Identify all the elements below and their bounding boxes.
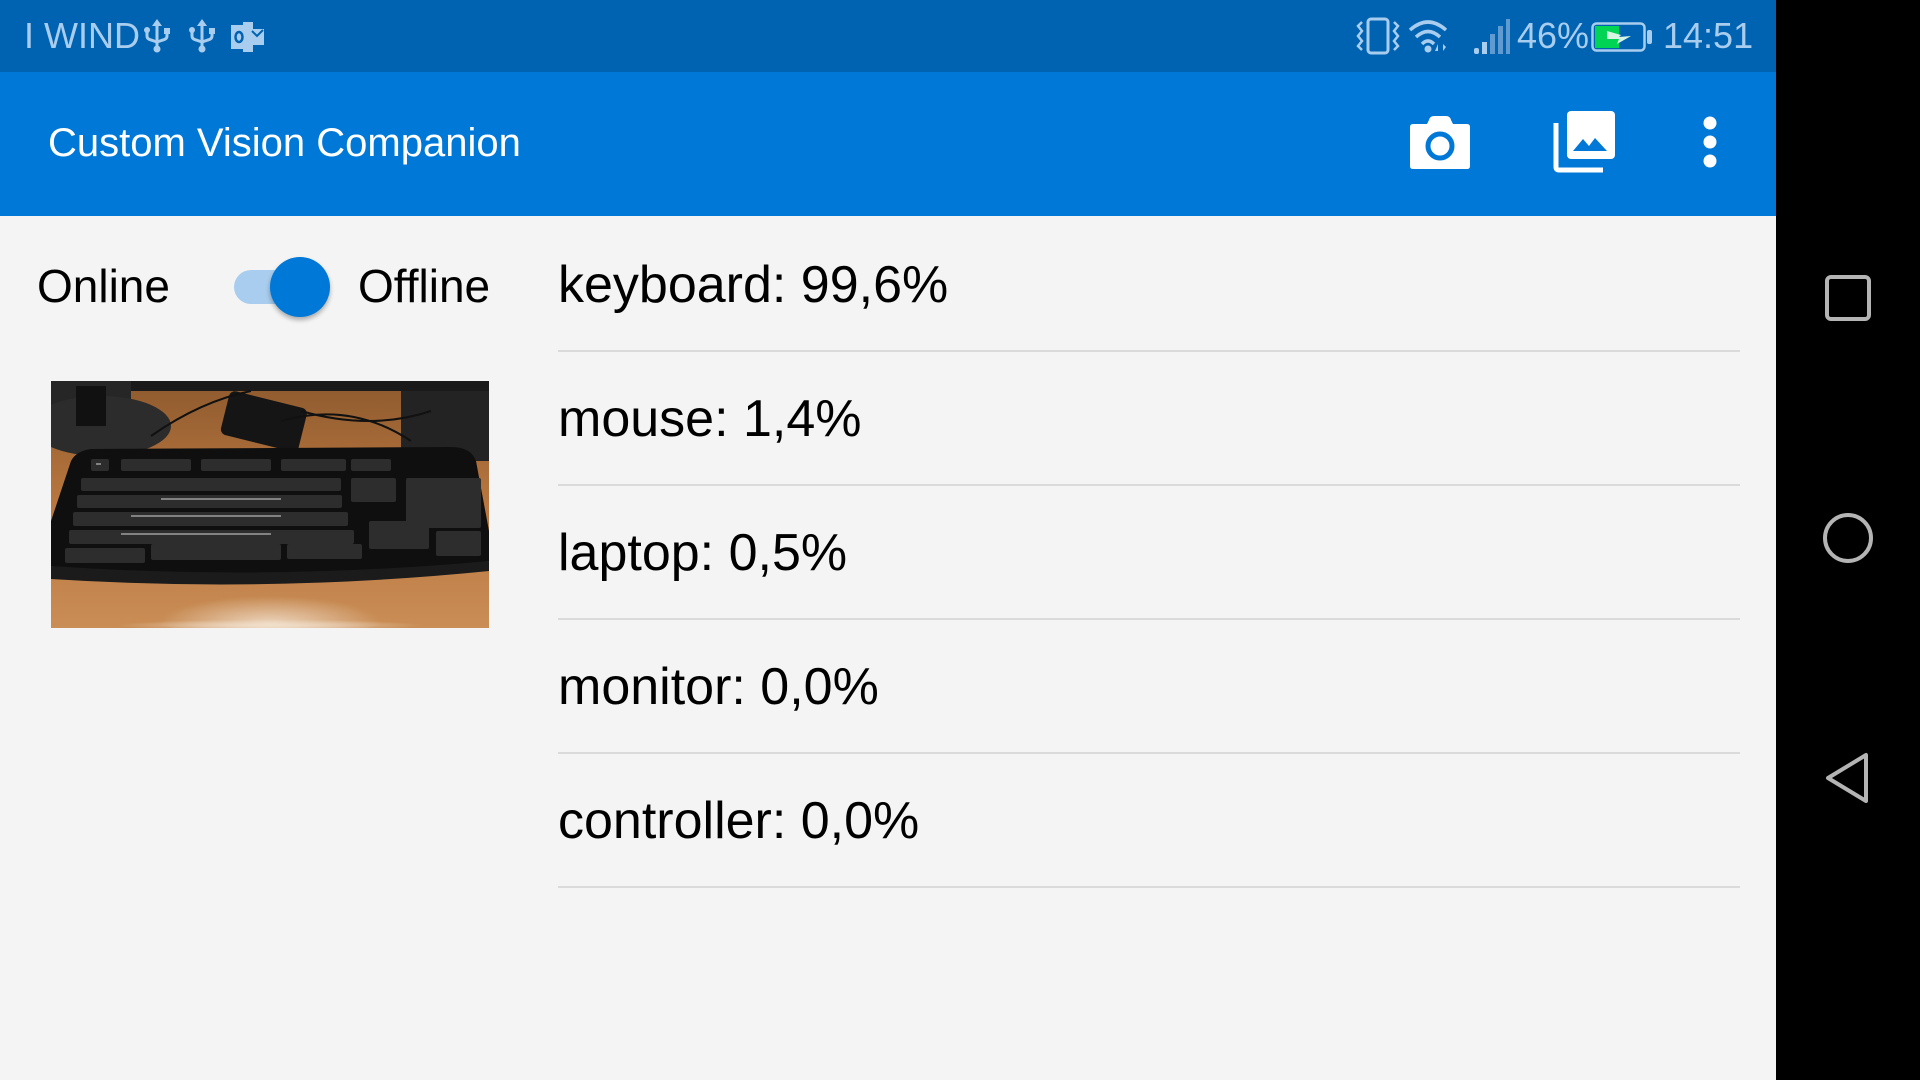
usb-icon bbox=[143, 18, 171, 59]
wifi-icon bbox=[1408, 18, 1450, 59]
online-label: Online bbox=[37, 260, 170, 312]
home-button[interactable] bbox=[1808, 500, 1888, 580]
switch-thumb bbox=[270, 257, 330, 317]
battery-percent: 46% bbox=[1517, 15, 1590, 56]
photo-library-icon bbox=[1553, 110, 1615, 178]
prediction-row[interactable]: monitor: 0,0% bbox=[558, 620, 1740, 754]
camera-button[interactable] bbox=[1392, 96, 1488, 192]
online-offline-switch[interactable] bbox=[230, 256, 340, 318]
more-options-button[interactable] bbox=[1662, 96, 1758, 192]
signal-icon bbox=[1474, 18, 1510, 59]
gallery-button[interactable] bbox=[1536, 96, 1632, 192]
predictions-list: keyboard: 99,6% mouse: 1,4% laptop: 0,5%… bbox=[558, 218, 1740, 888]
prediction-text: controller: 0,0% bbox=[558, 792, 920, 850]
prediction-text: laptop: 0,5% bbox=[558, 524, 848, 582]
prediction-text: mouse: 1,4% bbox=[558, 390, 862, 448]
outlook-icon bbox=[231, 22, 265, 57]
recents-square-icon bbox=[1824, 274, 1872, 327]
home-circle-icon bbox=[1822, 512, 1874, 569]
more-vert-icon bbox=[1702, 116, 1718, 173]
clock: 14:51 bbox=[1663, 15, 1754, 56]
camera-icon bbox=[1409, 114, 1471, 175]
analyzed-image bbox=[51, 381, 489, 628]
offline-label: Offline bbox=[358, 260, 491, 312]
recents-button[interactable] bbox=[1808, 260, 1888, 340]
app-screen: I WIND 46% 14:51 Custom Vision Companion… bbox=[0, 0, 1776, 1080]
app-bar: Custom Vision Companion bbox=[0, 72, 1776, 216]
back-triangle-icon bbox=[1824, 751, 1872, 810]
app-title: Custom Vision Companion bbox=[48, 121, 521, 165]
prediction-text: keyboard: 99,6% bbox=[558, 256, 949, 314]
usb-icon bbox=[188, 18, 216, 59]
back-button[interactable] bbox=[1808, 740, 1888, 820]
carrier-name: I WIND bbox=[24, 15, 140, 56]
prediction-row[interactable]: mouse: 1,4% bbox=[558, 352, 1740, 486]
prediction-text: monitor: 0,0% bbox=[558, 658, 879, 716]
prediction-row[interactable]: laptop: 0,5% bbox=[558, 486, 1740, 620]
vibrate-icon bbox=[1356, 16, 1400, 61]
mode-toggle-row: Online Offline bbox=[0, 216, 540, 356]
status-bar: I WIND 46% 14:51 bbox=[0, 0, 1776, 72]
battery-charging-icon bbox=[1591, 22, 1653, 57]
prediction-row[interactable]: keyboard: 99,6% bbox=[558, 218, 1740, 352]
prediction-row[interactable]: controller: 0,0% bbox=[558, 754, 1740, 888]
system-navigation-bar bbox=[1776, 0, 1920, 1080]
